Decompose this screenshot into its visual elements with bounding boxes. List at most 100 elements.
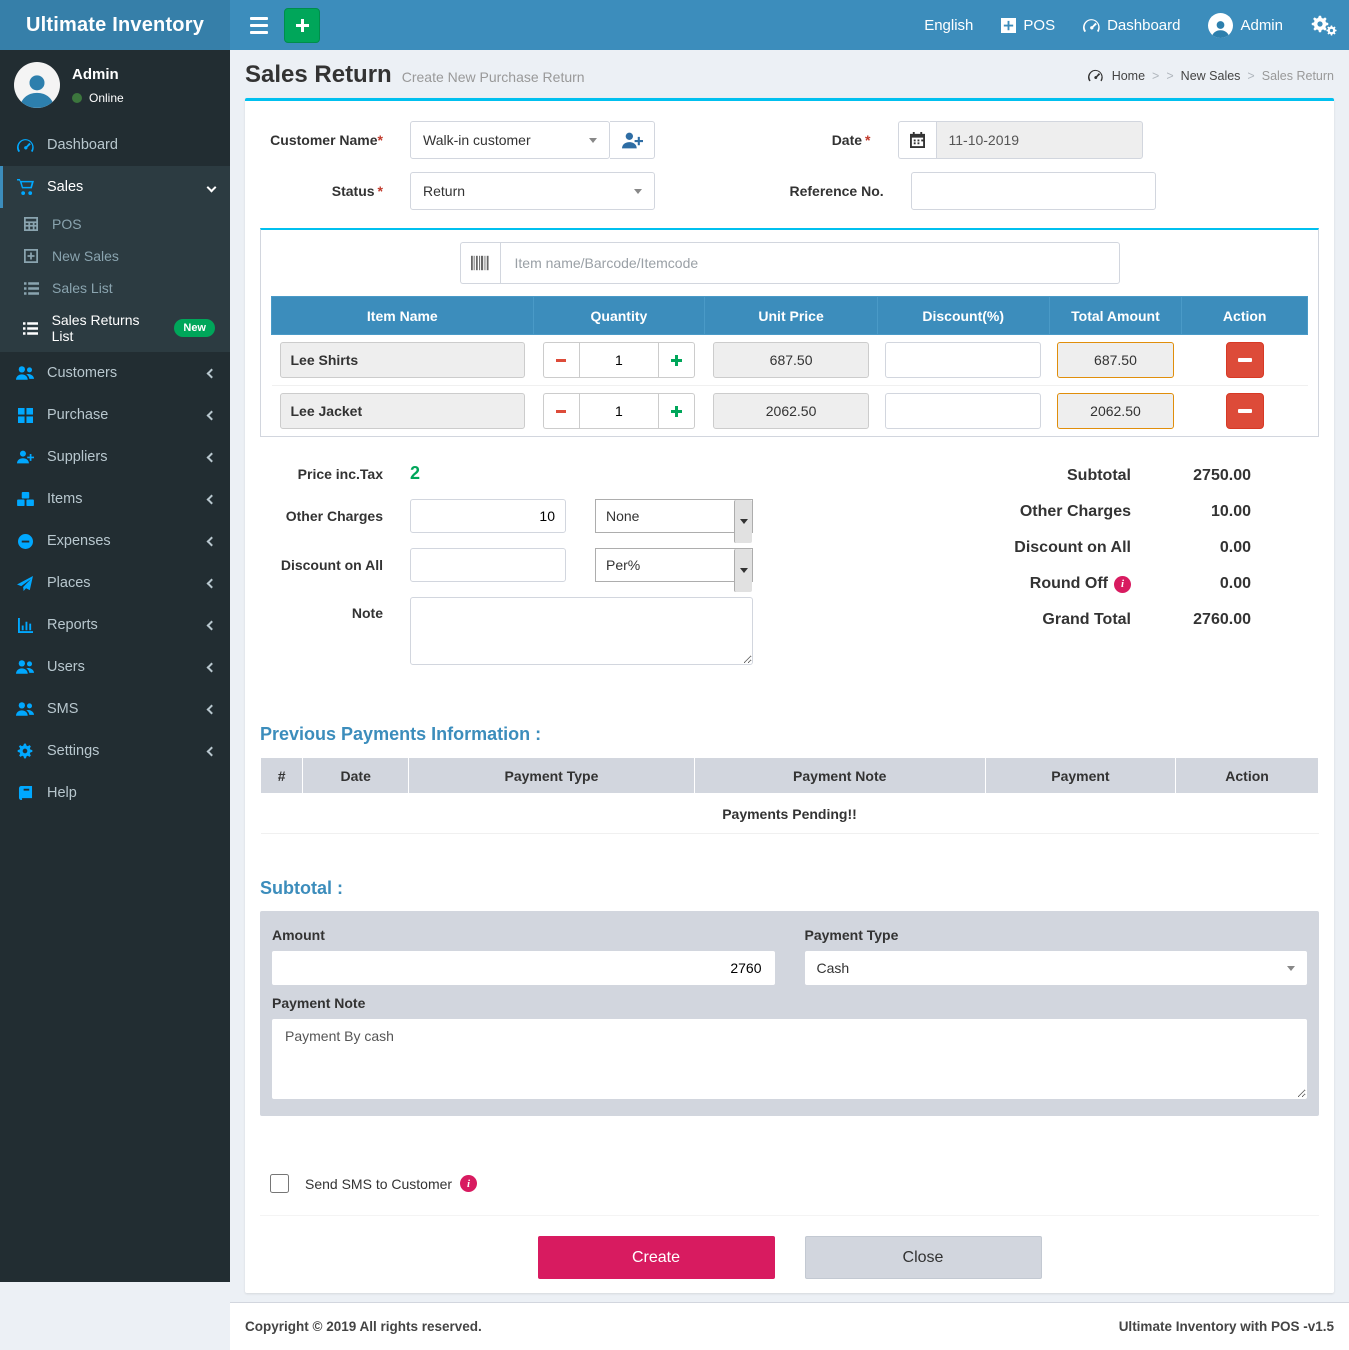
user-avatar — [1208, 13, 1233, 38]
qty-input[interactable] — [579, 342, 659, 378]
info-icon[interactable]: i — [460, 1175, 477, 1192]
qty-decrement-button[interactable] — [543, 342, 579, 378]
other-charges-type-select[interactable]: None — [595, 499, 753, 533]
remove-item-button[interactable] — [1226, 342, 1264, 378]
col-hash: # — [261, 758, 303, 794]
users-icon — [15, 660, 35, 674]
list-icon — [22, 282, 40, 295]
app-logo[interactable]: Ultimate Inventory — [0, 0, 230, 50]
settings-gears-button[interactable] — [1311, 14, 1337, 36]
bar-chart-icon — [15, 618, 35, 633]
sidebar-item-suppliers[interactable]: Suppliers — [0, 436, 230, 478]
sidebar-item-purchase[interactable]: Purchase — [0, 394, 230, 436]
qty-input[interactable] — [579, 393, 659, 429]
create-button[interactable]: Create — [538, 1236, 775, 1279]
other-charges-label: Other Charges — [260, 508, 410, 524]
qty-increment-button[interactable] — [659, 342, 695, 378]
sidebar-item-dashboard[interactable]: Dashboard — [0, 124, 230, 166]
language-menu[interactable]: English — [924, 17, 973, 34]
table-row: Lee Jacket 2062.50 2062.50 — [272, 386, 1308, 437]
users-icon — [15, 366, 35, 380]
unit-price-field: 687.50 — [713, 342, 870, 378]
reference-input[interactable] — [911, 172, 1156, 210]
discount-type-select[interactable]: Per% — [595, 548, 753, 582]
sidebar-item-expenses[interactable]: Expenses — [0, 520, 230, 562]
send-sms-checkbox[interactable] — [270, 1174, 289, 1193]
unit-price-field: 2062.50 — [713, 393, 870, 429]
sidebar-menu: Dashboard Sales POS New Sales — [0, 124, 230, 814]
col-item-name: Item Name — [272, 297, 534, 335]
breadcrumb-home[interactable]: Home — [1112, 69, 1145, 83]
breadcrumb-new-sales[interactable]: New Sales — [1181, 69, 1241, 83]
col-payment-type: Payment Type — [409, 758, 695, 794]
sidebar-item-reports[interactable]: Reports — [0, 604, 230, 646]
date-field[interactable]: 11-10-2019 — [936, 121, 1143, 159]
actions-row: Create Close — [260, 1215, 1319, 1279]
send-sms-label: Send SMS to Customer i — [305, 1175, 477, 1192]
sidebar-item-users[interactable]: Users — [0, 646, 230, 688]
grand-total-value: 2760.00 — [1131, 611, 1251, 629]
chevron-left-icon — [207, 704, 217, 714]
sidebar-item-customers[interactable]: Customers — [0, 352, 230, 394]
minus-icon — [1238, 409, 1252, 413]
col-quantity: Quantity — [533, 297, 705, 335]
top-navbar: Ultimate Inventory English POS Dashboard… — [0, 0, 1349, 50]
round-off-label: Round Off i — [921, 575, 1131, 593]
discount-input[interactable] — [885, 342, 1041, 378]
plus-icon — [671, 355, 682, 366]
quantity-stepper — [543, 393, 695, 429]
note-textarea[interactable] — [410, 597, 753, 665]
discount-input[interactable] — [885, 393, 1041, 429]
discount-on-all-input[interactable] — [410, 548, 566, 582]
user-menu[interactable]: Admin — [1208, 13, 1283, 38]
other-charges-total-value: 10.00 — [1131, 503, 1251, 521]
nav-pos-link[interactable]: POS — [1001, 17, 1055, 34]
copyright-text: Copyright © 2019 All rights reserved. — [245, 1319, 482, 1334]
quick-add-button[interactable] — [284, 8, 320, 43]
calendar-icon — [898, 121, 936, 159]
calculator-icon — [22, 217, 40, 231]
sidebar-item-pos[interactable]: POS — [0, 208, 230, 240]
close-button[interactable]: Close — [805, 1236, 1042, 1279]
sidebar-item-items[interactable]: Items — [0, 478, 230, 520]
chevron-left-icon — [207, 536, 217, 546]
new-badge: New — [174, 319, 215, 337]
qty-decrement-button[interactable] — [543, 393, 579, 429]
plus-square-icon — [1001, 18, 1016, 33]
paper-plane-icon — [15, 576, 35, 591]
sidebar-item-places[interactable]: Places — [0, 562, 230, 604]
customer-select[interactable]: Walk-in customer — [410, 121, 610, 159]
sidebar-item-sales[interactable]: Sales — [0, 166, 230, 208]
sales-return-card: Customer Name* Walk-in customer Date* 11… — [245, 98, 1334, 1293]
info-icon[interactable]: i — [1114, 576, 1131, 593]
total-amount-field: 2062.50 — [1057, 393, 1174, 429]
sidebar-item-new-sales[interactable]: New Sales — [0, 240, 230, 272]
sidebar-item-sales-list[interactable]: Sales List — [0, 272, 230, 304]
barcode-icon — [460, 242, 500, 284]
nav-dashboard-link[interactable]: Dashboard — [1083, 17, 1180, 34]
status-select[interactable]: Return — [410, 172, 655, 210]
subtotal-label: Subtotal — [921, 467, 1131, 485]
round-off-value: 0.00 — [1131, 575, 1251, 593]
sidebar-item-sales-returns-list[interactable]: Sales Returns List New — [0, 304, 230, 352]
sidebar-item-sms[interactable]: SMS — [0, 688, 230, 730]
grand-total-label: Grand Total — [921, 611, 1131, 629]
col-discount: Discount(%) — [877, 297, 1049, 335]
dashboard-icon — [15, 138, 35, 153]
add-customer-button[interactable] — [610, 121, 655, 159]
payment-note-textarea[interactable]: Payment By cash — [272, 1019, 1307, 1099]
sidebar-item-settings[interactable]: Settings — [0, 730, 230, 772]
minus-icon — [556, 410, 566, 413]
item-search-input[interactable] — [500, 242, 1120, 284]
chevron-left-icon — [207, 452, 217, 462]
sidebar-item-help[interactable]: Help — [0, 772, 230, 814]
other-charges-input[interactable] — [410, 499, 566, 533]
qty-increment-button[interactable] — [659, 393, 695, 429]
remove-item-button[interactable] — [1226, 393, 1264, 429]
payment-type-label: Payment Type — [805, 927, 1308, 943]
sidebar-toggle-button[interactable] — [242, 0, 276, 50]
payment-panel: Amount Payment Type Cash Payment Note Pa… — [260, 911, 1319, 1116]
price-inc-tax-label: Price inc.Tax — [260, 466, 410, 482]
amount-input[interactable] — [272, 951, 775, 985]
payment-type-select[interactable]: Cash — [805, 951, 1308, 985]
